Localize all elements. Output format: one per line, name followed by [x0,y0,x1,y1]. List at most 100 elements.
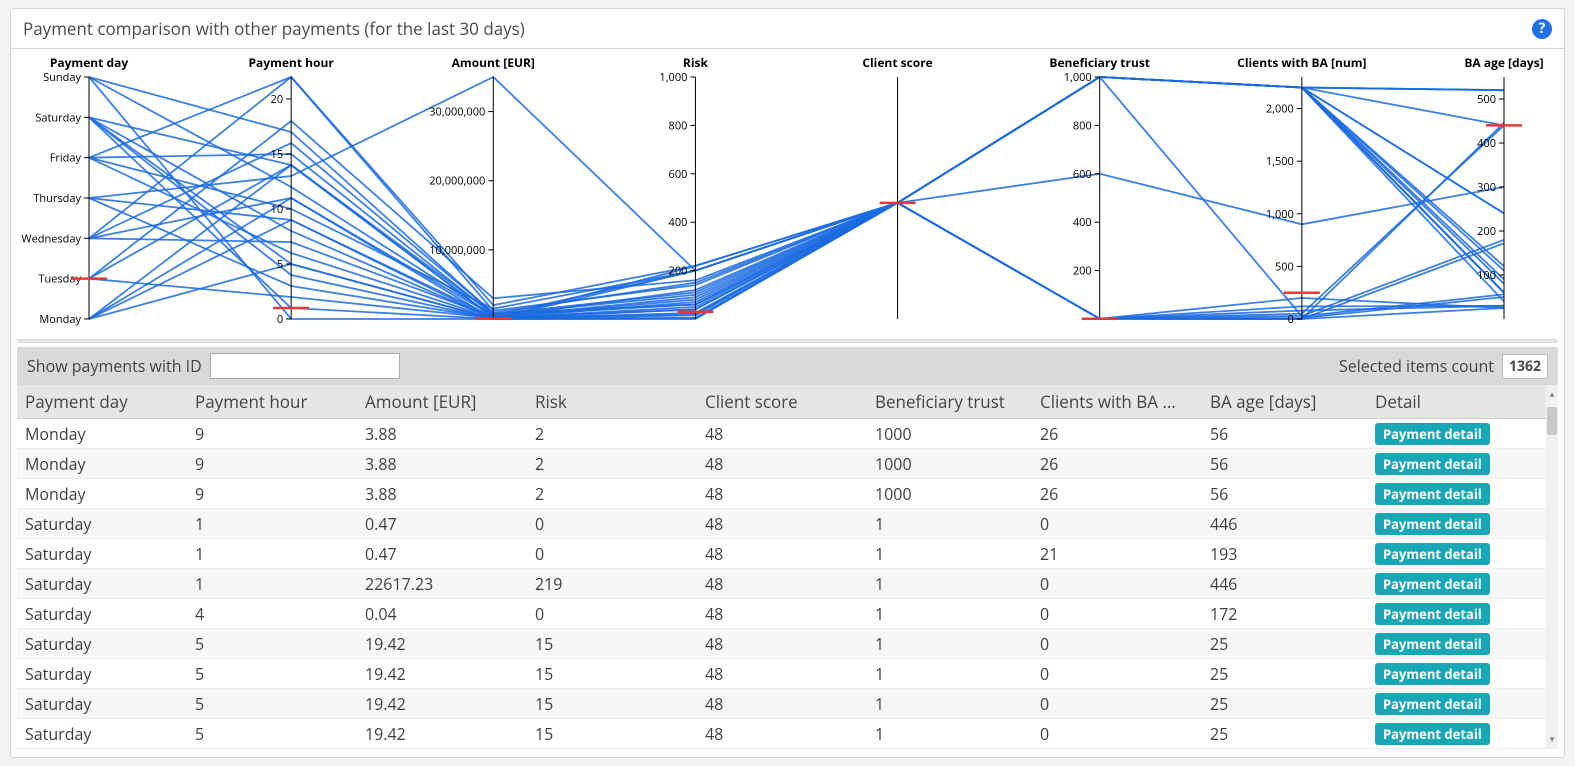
svg-text:Amount [EUR]: Amount [EUR] [452,54,535,71]
table-cell: 19.42 [357,689,527,719]
column-header[interactable]: Payment day [17,385,187,419]
svg-text:Friday: Friday [50,151,82,166]
parallel-coordinates-chart[interactable]: Payment dayMondayTuesdayWednesdayThursda… [11,49,1564,339]
payment-detail-button[interactable]: Payment detail [1375,573,1490,595]
table-cell: 1 [867,719,1032,749]
table-cell: 48 [697,659,867,689]
table-cell: 25 [1202,659,1367,689]
table-row: Saturday10.4704810446Payment detail [17,509,1558,539]
table-cell: 5 [187,659,357,689]
table-cell: 26 [1032,479,1202,509]
scroll-up-icon[interactable]: ▲ [1548,389,1556,400]
payment-detail-button[interactable]: Payment detail [1375,633,1490,655]
svg-text:BA age [days]: BA age [days] [1464,54,1543,71]
payment-detail-button[interactable]: Payment detail [1375,483,1490,505]
column-header[interactable]: Detail [1367,385,1558,419]
table-cell: 0 [1032,719,1202,749]
table-cell: 1 [187,539,357,569]
payment-detail-button[interactable]: Payment detail [1375,513,1490,535]
scroll-down-icon[interactable]: ▼ [1548,734,1556,745]
svg-text:200: 200 [1073,264,1092,279]
svg-text:300: 300 [1477,180,1496,195]
table-cell: 1 [867,629,1032,659]
payment-detail-button[interactable]: Payment detail [1375,453,1490,475]
table-cell: 1 [867,539,1032,569]
table-cell: 5 [187,719,357,749]
table-cell: 0 [1032,569,1202,599]
table-cell: 1 [867,569,1032,599]
table-cell: 48 [697,509,867,539]
table-cell: 1000 [867,449,1032,479]
payment-comparison-panel: Payment comparison with other payments (… [10,8,1565,758]
payment-detail-button[interactable]: Payment detail [1375,663,1490,685]
selected-count-value: 1362 [1502,354,1548,379]
column-header[interactable]: Amount [EUR] [357,385,527,419]
column-header[interactable]: BA age [days] [1202,385,1367,419]
detail-cell: Payment detail [1367,659,1558,689]
table-cell: 9 [187,419,357,449]
payment-detail-button[interactable]: Payment detail [1375,723,1490,745]
table-cell: Saturday [17,629,187,659]
svg-text:Clients with BA [num]: Clients with BA [num] [1237,54,1366,71]
scrollbar[interactable]: ▲ ▼ [1546,385,1558,749]
payment-detail-button[interactable]: Payment detail [1375,693,1490,715]
filter-label: Show payments with ID [27,355,202,377]
table-cell: Saturday [17,509,187,539]
svg-text:10,000,000: 10,000,000 [429,243,485,258]
scrollbar-thumb[interactable] [1547,407,1557,435]
svg-text:Risk: Risk [683,54,709,71]
column-header[interactable]: Risk [527,385,697,419]
table-cell: Monday [17,449,187,479]
table-cell: 1 [187,509,357,539]
table-cell: 3.88 [357,419,527,449]
table-cell: 0 [527,509,697,539]
payment-detail-button[interactable]: Payment detail [1375,543,1490,565]
table-cell: 19.42 [357,659,527,689]
payment-detail-button[interactable]: Payment detail [1375,423,1490,445]
table-cell: 9 [187,449,357,479]
table-row: Monday93.8824810002656Payment detail [17,479,1558,509]
table-cell: 48 [697,599,867,629]
svg-text:Wednesday: Wednesday [21,231,81,246]
column-header[interactable]: Client score [697,385,867,419]
svg-text:1,000: 1,000 [659,70,687,85]
column-header[interactable]: Clients with BA ... [1032,385,1202,419]
table-row: Saturday519.4215481025Payment detail [17,689,1558,719]
panel-header: Payment comparison with other payments (… [11,9,1564,49]
detail-cell: Payment detail [1367,509,1558,539]
column-header[interactable]: Payment hour [187,385,357,419]
table-cell: 56 [1202,419,1367,449]
svg-text:400: 400 [1477,136,1496,151]
filter-id-input[interactable] [210,353,400,379]
svg-text:600: 600 [1073,167,1092,182]
help-icon[interactable]: ? [1532,19,1552,39]
table-header-row: Payment dayPayment hourAmount [EUR]RiskC… [17,385,1558,419]
table-row: Saturday519.4215481025Payment detail [17,719,1558,749]
table-cell: 1000 [867,419,1032,449]
svg-text:Client score: Client score [862,54,932,71]
svg-text:Thursday: Thursday [33,191,81,206]
payment-detail-button[interactable]: Payment detail [1375,603,1490,625]
table-row: Saturday519.4215481025Payment detail [17,629,1558,659]
table-cell: 4 [187,599,357,629]
table-cell: 0 [1032,689,1202,719]
filter-bar: Show payments with ID Selected items cou… [17,347,1558,385]
table-cell: 25 [1202,629,1367,659]
selected-count-label: Selected items count [1339,355,1494,377]
svg-text:Monday: Monday [39,312,81,327]
detail-cell: Payment detail [1367,629,1558,659]
table-cell: 3.88 [357,449,527,479]
table-row: Monday93.8824810002656Payment detail [17,419,1558,449]
table-cell: 21 [1032,539,1202,569]
table-cell: 0 [1032,659,1202,689]
table-row: Monday93.8824810002656Payment detail [17,449,1558,479]
table-cell: 1 [867,689,1032,719]
table-cell: 0 [527,539,697,569]
svg-text:200: 200 [669,264,688,279]
svg-text:Payment day: Payment day [50,54,129,71]
column-header[interactable]: Beneficiary trust [867,385,1032,419]
svg-text:800: 800 [1073,118,1092,133]
table-cell: 56 [1202,449,1367,479]
detail-cell: Payment detail [1367,569,1558,599]
table-cell: 25 [1202,689,1367,719]
